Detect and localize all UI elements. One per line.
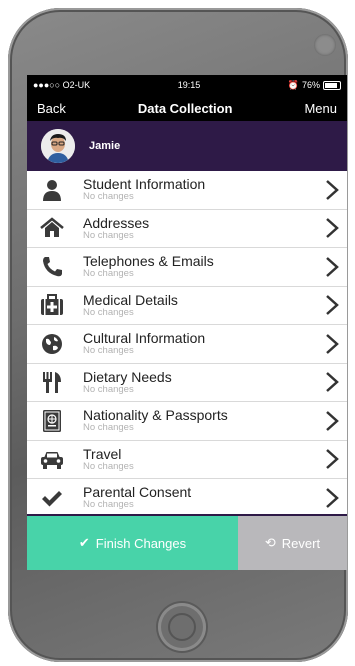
- list-item-travel[interactable]: Travel No changes: [27, 441, 347, 479]
- home-button[interactable]: [158, 603, 206, 651]
- chevron-right-icon: [326, 179, 339, 200]
- back-button[interactable]: Back: [37, 101, 66, 116]
- list-item-status: No changes: [83, 306, 134, 318]
- list-item-label: Medical Details: [83, 291, 178, 308]
- home-icon: [39, 215, 65, 241]
- list-item-label: Addresses: [83, 214, 150, 231]
- menu-button[interactable]: Menu: [304, 101, 337, 116]
- list-item-label: Nationality & Passports: [83, 407, 228, 424]
- check-icon: [39, 485, 65, 511]
- chevron-right-icon: [326, 218, 339, 239]
- carrier-signal: ●●●○○ O2-UK: [33, 80, 91, 90]
- list-item-status: No changes: [83, 191, 134, 203]
- chevron-right-icon: [326, 256, 339, 277]
- battery-status: ⏰ 76%: [288, 80, 341, 91]
- chevron-right-icon: [326, 372, 339, 393]
- battery-percent: 76%: [301, 80, 320, 90]
- phone-icon: [39, 254, 65, 280]
- app-screen: ●●●○○ O2-UK 19:15 ⏰ 76% Back Data Collec…: [27, 75, 347, 570]
- status-bar: ●●●○○ O2-UK 19:15 ⏰ 76%: [27, 75, 347, 95]
- list-item-label: Student Information: [83, 176, 206, 193]
- list-item-dietary-needs[interactable]: Dietary Needs No changes: [27, 364, 347, 402]
- action-bar: ✔ Finish Changes ⟲ Revert: [27, 516, 347, 570]
- list-item-student-information[interactable]: Student Information No changes: [27, 171, 347, 210]
- profile-name: Jamie: [89, 140, 121, 152]
- list-item-label: Dietary Needs: [83, 368, 172, 385]
- passport-icon: [39, 408, 65, 434]
- list-item-label: Telephones & Emails: [83, 253, 214, 270]
- battery-icon: [322, 80, 341, 90]
- avatar: [41, 129, 75, 163]
- list-item-status: No changes: [83, 499, 134, 511]
- car-icon: [39, 446, 65, 472]
- finish-changes-label: Finish Changes: [95, 535, 187, 551]
- checkmark-icon: ✔: [78, 535, 90, 550]
- chevron-right-icon: [326, 333, 339, 354]
- list-item-medical-details[interactable]: Medical Details No changes: [27, 287, 347, 325]
- page-title: Data Collection: [137, 100, 233, 116]
- list-item-label: Cultural Information: [83, 330, 206, 347]
- undo-icon: ⟲: [264, 535, 276, 550]
- list-item-status: No changes: [83, 460, 134, 472]
- list-item-status: No changes: [83, 345, 134, 357]
- list-item-telephones-emails[interactable]: Telephones & Emails No changes: [27, 248, 347, 287]
- alarm-icon: ⏰: [287, 79, 299, 90]
- revert-label: Revert: [281, 535, 321, 551]
- data-category-list: Student Information No changes Addresses N…: [27, 171, 347, 514]
- profile-header: Jamie: [27, 121, 347, 171]
- chevron-right-icon: [326, 449, 339, 470]
- list-item-addresses[interactable]: Addresses No changes: [27, 210, 347, 248]
- list-item-status: No changes: [83, 383, 134, 395]
- clock: 19:15: [177, 80, 201, 90]
- revert-button[interactable]: ⟲ Revert: [238, 516, 347, 570]
- list-item-status: No changes: [83, 229, 134, 241]
- camera-icon: [314, 34, 336, 56]
- list-item-status: No changes: [83, 268, 134, 280]
- globe-icon: [39, 331, 65, 357]
- list-item-nationality-passports[interactable]: Nationality & Passports No changes: [27, 402, 347, 441]
- list-item-parental-consent[interactable]: Parental Consent No changes: [27, 479, 347, 514]
- list-item-label: Parental Consent: [83, 484, 192, 501]
- list-item-cultural-information[interactable]: Cultural Information No changes: [27, 325, 347, 364]
- person-icon: [39, 177, 65, 203]
- finish-changes-button[interactable]: ✔ Finish Changes: [27, 516, 238, 570]
- chevron-right-icon: [326, 295, 339, 316]
- list-item-label: Travel: [83, 445, 122, 462]
- list-item-status: No changes: [83, 422, 134, 434]
- cutlery-icon: [39, 369, 65, 395]
- chevron-right-icon: [326, 410, 339, 431]
- navigation-bar: Back Data Collection Menu: [27, 95, 347, 121]
- chevron-right-icon: [326, 487, 339, 508]
- medical-kit-icon: [39, 292, 65, 318]
